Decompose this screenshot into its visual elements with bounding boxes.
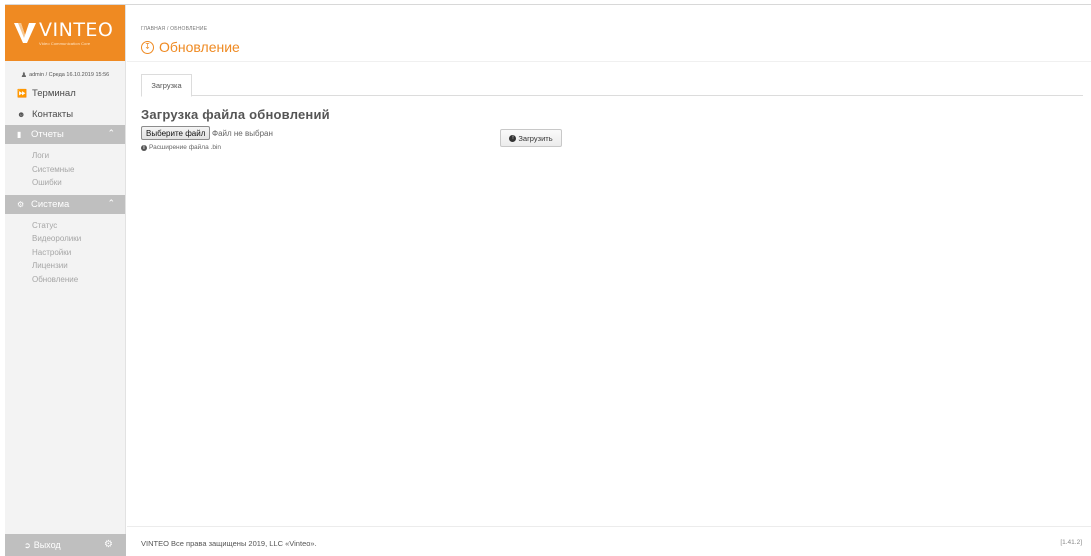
tab-bar: Загрузка xyxy=(141,74,1083,97)
sidebar: VINTEO Video Communication Core ♟ admin … xyxy=(5,5,126,556)
breadcrumb-separator: / xyxy=(166,26,169,32)
book-icon: ▮ xyxy=(17,130,22,139)
logo-wordmark: VINTEO xyxy=(39,18,114,41)
logo-v-icon xyxy=(14,23,36,43)
sidebar-section-reports[interactable]: ▮ Отчеты ⌃ xyxy=(5,125,125,144)
upload-button-label: Загрузить xyxy=(518,133,553,143)
upload-circle-icon: ↑ xyxy=(509,134,517,142)
sidebar-section-label: Отчеты xyxy=(31,129,64,140)
sidebar-section-system[interactable]: ⚙ Система ⌃ xyxy=(5,194,125,214)
breadcrumb-current: ОБНОВЛЕНИЕ xyxy=(170,26,208,32)
sidebar-subitem-logs[interactable]: Логи xyxy=(32,149,125,163)
cogs-icon: ⚙ xyxy=(17,199,25,209)
sidebar-item-terminal[interactable]: ⏩ Терминал xyxy=(5,83,125,104)
file-hint: i Расширение файла .bin xyxy=(141,144,221,151)
sidebar-subitem-status[interactable]: Статус xyxy=(32,219,125,233)
logo-tagline: Video Communication Core xyxy=(39,40,91,46)
info-icon: i xyxy=(141,144,147,151)
download-circle-icon: ↧ xyxy=(141,40,154,54)
page-title: Обновление xyxy=(159,39,240,55)
tab-upload[interactable]: Загрузка xyxy=(141,74,192,97)
sidebar-item-contacts[interactable]: ☻ Контакты xyxy=(5,104,125,125)
user-info: ♟ admin / Среда 16.10.2019 15:56 xyxy=(5,61,125,83)
sidebar-item-label: Терминал xyxy=(32,88,76,99)
sidebar-subitem-update[interactable]: Обновление xyxy=(32,273,125,287)
sidebar-subitem-system-logs[interactable]: Системные xyxy=(32,163,125,177)
users-icon: ☻ xyxy=(17,110,26,119)
sidebar-item-label: Контакты xyxy=(32,109,74,120)
sidebar-subitem-settings[interactable]: Настройки xyxy=(32,246,125,260)
footer-divider xyxy=(127,526,1091,527)
logo[interactable]: VINTEO Video Communication Core xyxy=(5,5,125,61)
fast-forward-icon: ⏩ xyxy=(17,89,27,98)
breadcrumb-home[interactable]: ГЛАВНАЯ xyxy=(141,26,165,32)
sidebar-section-label: Система xyxy=(31,198,70,210)
sidebar-footer: ➲ Выход ⚙ xyxy=(5,534,126,556)
user-info-text: admin / Среда 16.10.2019 15:56 xyxy=(29,72,110,78)
sidebar-subitem-errors[interactable]: Ошибки xyxy=(32,176,125,190)
footer-copyright: VINTEO Все права защищены 2019, LLC «Vin… xyxy=(141,539,317,548)
page-header: ↧ Обновление xyxy=(141,39,240,55)
file-hint-text: Расширение файла .bin xyxy=(149,144,221,151)
logout-button[interactable]: Выход xyxy=(34,540,61,550)
system-submenu: Статус Видеоролики Настройки Лицензии Об… xyxy=(5,214,125,292)
sidebar-subitem-licenses[interactable]: Лицензии xyxy=(32,259,125,273)
reports-submenu: Логи Системные Ошибки xyxy=(5,144,125,195)
upload-button[interactable]: ↑ Загрузить xyxy=(500,129,562,147)
gear-icon[interactable]: ⚙ xyxy=(104,539,113,550)
header-divider xyxy=(127,61,1091,62)
breadcrumb: ГЛАВНАЯ / ОБНОВЛЕНИЕ xyxy=(141,26,207,32)
chevron-up-icon[interactable]: ⌃ xyxy=(107,128,115,139)
footer-version: [1.41.2] xyxy=(1060,539,1082,546)
section-title: Загрузка файла обновлений xyxy=(141,107,330,122)
sidebar-subitem-videos[interactable]: Видеоролики xyxy=(32,232,125,246)
choose-file-button[interactable]: Выберите файл xyxy=(141,126,211,140)
logout-icon: ➲ xyxy=(24,540,31,550)
file-status: Файл не выбран xyxy=(212,129,273,138)
main-content: ГЛАВНАЯ / ОБНОВЛЕНИЕ ↧ Обновление Загруз… xyxy=(127,5,1091,556)
chevron-up-icon[interactable]: ⌃ xyxy=(107,198,115,209)
user-icon: ♟ xyxy=(20,72,28,79)
